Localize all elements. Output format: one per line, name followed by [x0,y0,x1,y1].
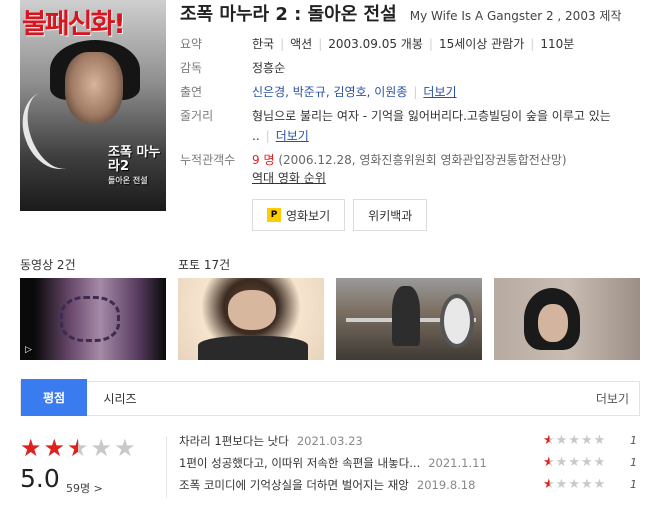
poster-logo-title: 조폭 마누라2 [108,145,161,174]
tab-bar: 평점 시리즈 더보기 [20,379,640,416]
photo-3-face [538,304,568,342]
mini-star-icon: ★ [593,455,607,470]
rating-score: 5.0 [20,464,60,493]
mini-star-icon: ★ [555,455,569,470]
cast-label: 출연 [180,85,203,99]
review-stars: ★★★★★ [543,434,606,448]
review-score: 1 [630,478,637,491]
cast-more-link[interactable]: 더보기 [423,85,456,99]
review-comment: 조폭 코미디에 기억상실을 더하면 벌어지는 재앙 [179,478,409,492]
review-text: 차라리 1편보다는 낫다 2021.03.23 [179,434,363,448]
poster-logo-sub: 돌아온 전설 [108,176,148,185]
box-office-link[interactable]: 역대 영화 순위 [252,170,326,186]
review-list: 차라리 1편보다는 낫다 2021.03.23 ★★★★★ 1 1편이 성공했다고… [179,434,639,500]
review-comment: 1편이 성공했다고, 이따위 저속한 속편을 내놓다... [179,456,421,470]
review-comment: 차라리 1편보다는 낫다 [179,434,289,448]
mini-star-icon: ★ [580,433,594,448]
mini-star-icon: ★ [543,455,556,470]
photo-1-body [198,336,308,360]
plot-more-link[interactable]: 더보기 [276,129,309,143]
star-icon: ★ [20,434,42,462]
movie-title: 조폭 마누라 2 : 돌아온 전설 [180,4,397,25]
audience-source: (2006.12.28, 영화진흥위원회 영화관입장권통합전산망) [278,153,567,167]
summary-release: 2003.09.05 개봉 [328,37,423,51]
audience-label: 누적관객수 [180,153,236,167]
review-date: 2019.8.18 [416,478,476,492]
play-icon: ▷ [25,345,32,355]
summary-genre: 액션 [290,37,313,51]
summary-label: 요약 [180,37,203,51]
mini-star-icon: ★ [543,433,556,448]
photo-thumbnail-1[interactable] [178,278,324,360]
rating-stars: ★ ★ ★ ★ ★ [20,436,136,460]
review-date: 2021.1.11 [428,456,487,470]
review-score: 1 [630,434,637,447]
tab-rating[interactable]: 평점 [21,379,87,416]
video-count-label[interactable]: 동영상 2건 [20,256,76,273]
movie-title-row: 조폭 마누라 2 : 돌아온 전설 My Wife Is A Gangster … [180,0,621,26]
review-item[interactable]: 1편이 성공했다고, 이따위 저속한 속편을 내놓다... 2021.1.11 ★… [179,456,639,478]
summary-runtime: 110분 [540,37,575,51]
poster-logo: 조폭 마누라2 돌아온 전설 [108,146,166,188]
star-icon: ★ [90,434,113,462]
photo-2-plate [440,294,474,348]
video-tattoo-art [60,296,120,342]
cast-value: 신은경, 박준규, 김영호, 이원종 | 더보기 [252,85,457,99]
watch-movie-button[interactable]: P 영화보기 [252,199,346,231]
wikipedia-label: 위키백과 [368,208,413,223]
plot-value: 형님으로 불리는 여자 - 기억을 잃어버리다.고층빌딩이 숲을 이루고 있는 … [252,109,611,143]
director-link[interactable]: 정흥순 [252,60,285,76]
review-stars: ★★★★★ [543,478,606,492]
photo-thumbnail-2[interactable] [336,278,482,360]
review-text: 1편이 성공했다고, 이따위 저속한 속편을 내놓다... 2021.1.11 [179,456,487,470]
audience-count: 9 명 [252,153,275,167]
action-buttons: P 영화보기 위키백과 [252,199,428,231]
mini-star-icon: ★ [580,455,594,470]
photo-thumbnail-3[interactable] [494,278,640,360]
tab-series[interactable]: 시리즈 [87,381,153,416]
plot-label: 줄거리 [180,109,214,123]
star-icon: ★ [43,434,66,462]
mini-star-icon: ★ [580,477,594,492]
kakao-page-icon: P [267,208,281,222]
mini-star-icon: ★ [568,477,581,492]
audience-value: 9 명 (2006.12.28, 영화진흥위원회 영화관입장권통합전산망) [252,152,567,168]
summary-value: 한국 | 액션 | 2003.09.05 개봉 | 15세이상 관람가 | 110분 [252,37,575,51]
mini-star-icon: ★ [555,477,569,492]
photo-count-label[interactable]: 포토 17건 [178,256,230,273]
photo-1-face [228,290,276,330]
photo-2-person [392,286,420,346]
review-date: 2021.03.23 [296,434,363,448]
tab-more-link[interactable]: 더보기 [596,390,629,407]
star-icon: ★ [67,434,89,462]
review-item[interactable]: 조폭 코미디에 기억상실을 더하면 벌어지는 재앙 2019.8.18 ★★★★★… [179,478,639,500]
summary-rating: 15세이상 관람가 [438,37,525,51]
cast-links[interactable]: 신은경, 박준규, 김영호, 이원종 [252,85,407,99]
wikipedia-button[interactable]: 위키백과 [353,199,428,231]
mini-star-icon: ★ [568,433,581,448]
rating-divider [166,436,167,498]
review-text: 조폭 코미디에 기억상실을 더하면 벌어지는 재앙 2019.8.18 [179,478,475,492]
director-label: 감독 [180,61,203,75]
movie-title-en: My Wife Is A Gangster 2 , 2003 제작 [409,9,622,23]
rating-votes-link[interactable]: 59명 > [66,480,103,496]
poster-headline: 불패신화! [22,9,126,40]
star-icon: ★ [114,434,136,462]
mini-star-icon: ★ [593,433,607,448]
summary-country: 한국 [252,37,275,51]
review-score: 1 [630,456,637,469]
watch-movie-label: 영화보기 [286,208,331,223]
movie-poster[interactable]: 불패신화! 조폭 마누라2 돌아온 전설 [20,0,166,211]
video-thumbnail[interactable]: ▷ [20,278,166,360]
mini-star-icon: ★ [593,477,607,492]
review-item[interactable]: 차라리 1편보다는 낫다 2021.03.23 ★★★★★ 1 [179,434,639,456]
mini-star-icon: ★ [555,433,569,448]
review-stars: ★★★★★ [543,456,606,470]
mini-star-icon: ★ [568,455,581,470]
mini-star-icon: ★ [543,477,556,492]
